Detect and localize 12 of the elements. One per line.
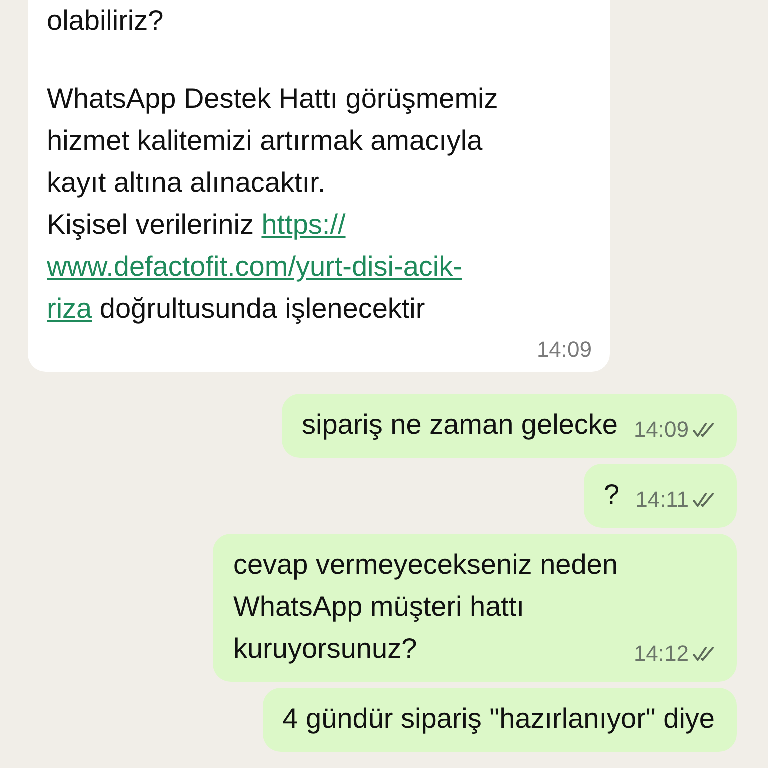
message-text: 4 gündür sipariş "hazırlanıyor" diye [282, 702, 715, 736]
message-text: cevap vermeyecekseniz neden WhatsApp müşteri hattı kuruyorsunuz? [233, 548, 618, 666]
timestamp: 14:09 [634, 416, 689, 444]
link[interactable]: https:// [262, 209, 346, 240]
timestamp: 14:12 [634, 640, 689, 668]
link[interactable]: www.defactofit.com/yurt-disi-acik- [47, 251, 462, 282]
message-text: olabiliriz? WhatsApp Destek Hattı görüşmemiz hizmet kalitemizi artırmak amacıyla kayıt altına alınacaktır. Kişisel verileriniz https:// www.defactofit.com/yurt-disi-acik- riza doğrultusunda işlenecektir [47, 4, 500, 326]
timestamp: 14:09 [536, 336, 592, 364]
link[interactable]: riza [47, 293, 92, 324]
timestamp: 14:11 [636, 486, 689, 514]
message-text: ? [604, 478, 620, 512]
message-text: sipariş ne zaman gelecke [302, 408, 618, 442]
